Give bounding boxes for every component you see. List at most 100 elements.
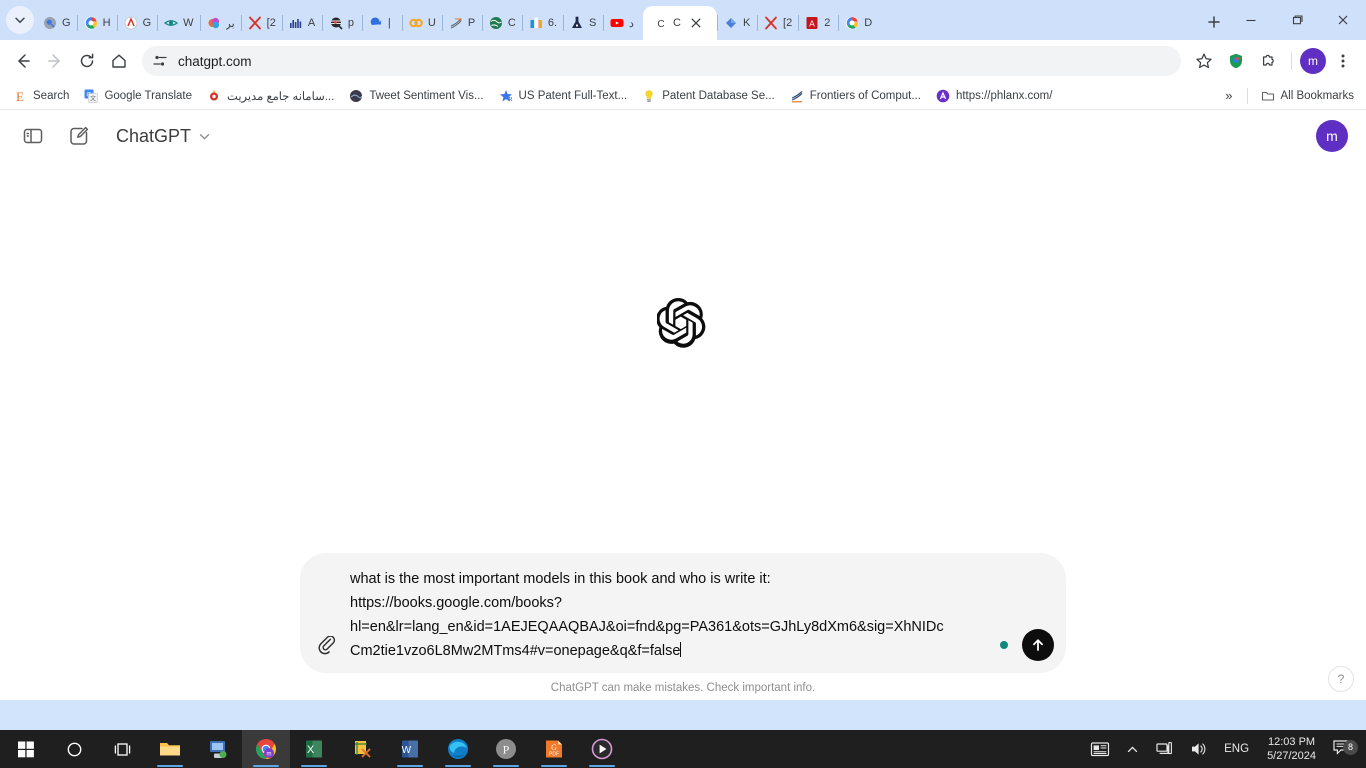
tab-search-button[interactable] <box>6 6 34 34</box>
windows-start-icon <box>18 741 34 758</box>
bookmark-item[interactable]: Patent Database Se... <box>635 85 781 107</box>
task-view-icon <box>114 742 130 756</box>
photoscape-button[interactable]: P <box>482 730 530 768</box>
paperclip-icon <box>318 636 336 655</box>
send-button[interactable] <box>1022 629 1054 661</box>
account-avatar[interactable]: m <box>1316 120 1348 152</box>
browser-tab[interactable]: | <box>361 6 402 40</box>
message-input-line: hl=en&lr=lang_en&id=1AEJEQAAQBAJ&oi=fnd&… <box>350 619 944 635</box>
bookmark-item[interactable]: E Search <box>6 85 75 107</box>
browser-tab[interactable]: W <box>157 6 199 40</box>
model-selector[interactable]: ChatGPT <box>116 126 211 147</box>
page-settings-icon[interactable] <box>152 53 168 69</box>
browser-tab[interactable]: [2 <box>757 6 798 40</box>
excel-button[interactable]: X <box>290 730 338 768</box>
bookmark-item[interactable]: Frontiers of Comput... <box>783 85 927 107</box>
network-button[interactable] <box>1148 730 1180 768</box>
snipping-tool-button[interactable] <box>338 730 386 768</box>
tab-label: | <box>387 17 391 29</box>
reload-button[interactable] <box>72 46 102 76</box>
dark-globe-icon <box>348 88 364 104</box>
sidebar-toggle-button[interactable] <box>18 121 48 151</box>
tray-overflow-button[interactable] <box>1119 730 1146 768</box>
edge-button[interactable] <box>434 730 482 768</box>
google-icon <box>844 15 860 31</box>
edge-icon <box>448 739 468 759</box>
send-arrow-up-icon <box>1033 639 1043 651</box>
browser-tab-active[interactable]: CC <box>643 6 718 40</box>
news-weather-button[interactable] <box>1083 730 1117 768</box>
all-bookmarks-button[interactable]: All Bookmarks <box>1254 85 1361 107</box>
browser-tab[interactable]: A2 <box>798 6 838 40</box>
remote-desktop-button[interactable] <box>194 730 242 768</box>
tab-separator <box>717 15 719 31</box>
bookmark-item[interactable]: https://phlanx.com/ <box>929 85 1059 107</box>
tab-separator <box>401 15 403 31</box>
file-explorer-button[interactable] <box>146 730 194 768</box>
media-player-button[interactable] <box>578 730 626 768</box>
chrome-button[interactable]: m <box>242 730 290 768</box>
browser-tab[interactable]: A <box>281 6 322 40</box>
browser-profile-avatar[interactable]: m <box>1300 48 1326 74</box>
svg-text:A: A <box>809 18 815 28</box>
message-input-line: Cm2tie1vzo6L8Mw2MTms4#v=onepage&q&f=fals… <box>350 643 681 659</box>
message-input[interactable]: what is the most important models in thi… <box>350 563 994 663</box>
message-composer[interactable]: what is the most important models in thi… <box>300 553 1066 673</box>
taskbar-search-button[interactable] <box>50 730 98 768</box>
word-button[interactable]: W <box>386 730 434 768</box>
browser-tab[interactable]: S <box>563 6 603 40</box>
tab-label: A <box>307 17 316 29</box>
browser-tab[interactable]: P <box>441 6 482 40</box>
tab-label: S <box>589 17 597 29</box>
bookmark-item[interactable]: Tweet Sentiment Vis... <box>342 85 489 107</box>
browser-tab[interactable]: 6. <box>521 6 563 40</box>
new-tab-button[interactable] <box>1200 8 1228 36</box>
tab-separator <box>757 15 759 31</box>
browser-tab[interactable]: [2 <box>240 6 282 40</box>
svg-text:X: X <box>307 744 315 756</box>
message-input-line-last: Cm2tie1vzo6L8Mw2MTms4#v=onepage&q&f=fals… <box>350 639 994 663</box>
new-chat-button[interactable] <box>64 121 94 151</box>
back-button[interactable] <box>8 46 38 76</box>
browser-tab[interactable]: U <box>401 6 442 40</box>
language-indicator[interactable]: ENG <box>1216 743 1257 755</box>
bookmark-item[interactable]: سامانه جامع مدیریت... <box>200 85 340 107</box>
shield-extension-button[interactable] <box>1221 46 1251 76</box>
browser-tab[interactable]: H <box>76 6 117 40</box>
bookmarks-overflow-button[interactable]: » <box>1217 85 1240 106</box>
browser-tab[interactable]: p <box>321 6 362 40</box>
task-view-button[interactable] <box>98 730 146 768</box>
tab-close-button[interactable] <box>687 14 705 32</box>
notification-center-button[interactable]: 8 <box>1326 738 1362 761</box>
help-button[interactable]: ? <box>1328 666 1354 692</box>
maximize-button[interactable] <box>1274 0 1320 40</box>
volume-button[interactable] <box>1182 730 1214 768</box>
browser-tab[interactable]: G <box>36 6 77 40</box>
home-button[interactable] <box>104 46 134 76</box>
browser-tab[interactable]: د <box>603 6 643 40</box>
minimize-button[interactable] <box>1228 0 1274 40</box>
extensions-button[interactable] <box>1253 46 1283 76</box>
bookmark-item[interactable]: G文 Google Translate <box>77 85 198 107</box>
pdf-button[interactable]: G PDF <box>530 730 578 768</box>
svg-text:W: W <box>402 745 412 756</box>
word-icon: W <box>402 740 418 758</box>
browser-tab[interactable]: K <box>717 6 757 40</box>
start-button[interactable] <box>2 730 50 768</box>
browser-tab[interactable]: بر <box>199 6 241 40</box>
address-bar[interactable]: chatgpt.com <box>142 46 1181 76</box>
youtube-icon <box>609 15 625 31</box>
browser-tab[interactable]: D <box>838 6 878 40</box>
media-player-icon <box>591 738 613 760</box>
clock[interactable]: 12:03 PM 5/27/2024 <box>1259 735 1324 763</box>
close-window-button[interactable] <box>1320 0 1366 40</box>
browser-menu-button[interactable] <box>1328 46 1358 76</box>
bookmark-star-button[interactable] <box>1189 46 1219 76</box>
attach-file-button[interactable] <box>310 629 344 663</box>
tab-separator <box>116 15 118 31</box>
browser-tab[interactable]: G <box>116 6 158 40</box>
bookmark-label: Google Translate <box>104 89 193 102</box>
bookmark-item[interactable]: R US Patent Full-Text... <box>492 85 634 107</box>
forward-button[interactable] <box>40 46 70 76</box>
browser-tab[interactable]: C <box>481 6 522 40</box>
